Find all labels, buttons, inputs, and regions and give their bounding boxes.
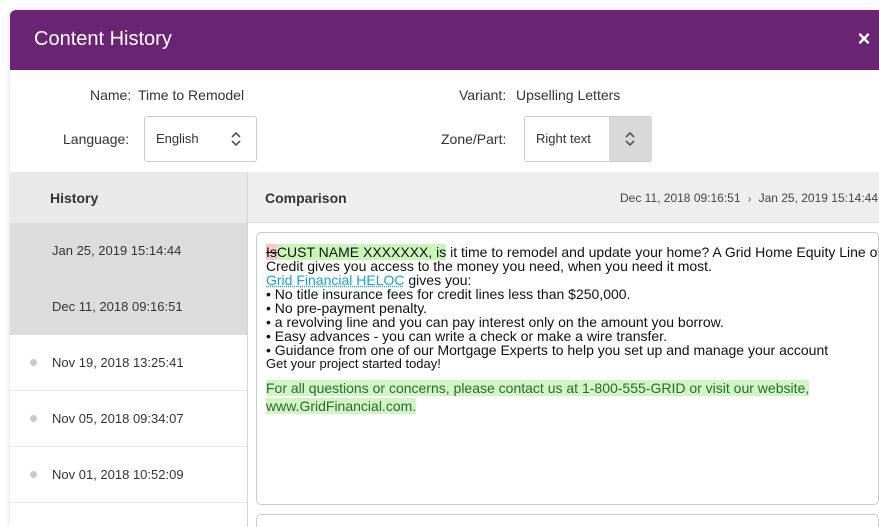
history-item[interactable]: Nov 01, 2018 10:52:09 <box>10 447 247 503</box>
comparison-document: IsCUST NAME XXXXXXX, is it time to remod… <box>266 244 878 415</box>
zone-part-label: Zone/Part: <box>441 131 507 147</box>
name-value: Time to Remodel <box>138 87 245 103</box>
bullet-item: • Guidance from one of our Mortgage Expe… <box>266 342 829 358</box>
comparison-title: Comparison <box>265 190 347 206</box>
history-item-date: Nov 19, 2018 13:25:41 <box>52 355 184 370</box>
history-item-date: Dec 11, 2018 09:16:51 <box>52 299 183 314</box>
history-header: History <box>10 172 247 223</box>
history-item-date: Nov 01, 2018 10:52:09 <box>52 467 184 482</box>
comparison-content-next <box>256 514 879 527</box>
bullet-dot-icon <box>30 471 37 478</box>
chevron-right-icon: › <box>747 194 752 205</box>
bullet-item: • No title insurance fees for credit lin… <box>266 286 631 302</box>
comparison-from-date: Dec 11, 2018 09:16:51 <box>619 191 741 205</box>
bullet-dot-icon <box>30 359 37 366</box>
bullet-dot-icon <box>30 415 37 422</box>
content-meta: Name: Time to Remodel Variant: Upselling… <box>10 70 879 172</box>
name-label: Name: <box>90 87 132 103</box>
variant-value: Upselling Letters <box>516 87 621 103</box>
zone-part-select[interactable]: Right text <box>524 116 652 162</box>
bullet-item: • No pre-payment penalty. <box>266 300 428 316</box>
zone-part-select-toggle[interactable] <box>609 117 652 161</box>
modal-title: Content History <box>34 28 172 50</box>
chevron-updown-icon <box>625 131 635 147</box>
variant-label: Variant: <box>459 87 507 103</box>
close-button[interactable]: × <box>849 24 879 54</box>
comparison-header: Comparison Dec 11, 2018 09:16:51 › Jan 2… <box>248 172 879 223</box>
chevron-updown-icon <box>231 131 241 147</box>
history-item[interactable]: Dec 11, 2018 09:16:51 <box>10 279 247 335</box>
comparison-to-date: Jan 25, 2019 15:14:44 <box>758 191 878 205</box>
bullet-item: • Easy advances - you can write a check … <box>266 328 667 344</box>
history-item-date: Jan 25, 2019 15:14:44 <box>52 243 182 258</box>
bullet-item: • a revolving line and you can pay inter… <box>266 314 724 330</box>
closing-line: Get your project started today! <box>266 356 441 371</box>
history-panel: History Jan 25, 2019 15:14:44 Dec 11, 20… <box>10 172 247 527</box>
history-item[interactable]: Jan 25, 2019 15:14:44 <box>10 223 247 279</box>
language-select[interactable]: English <box>144 116 257 162</box>
history-item-date: Nov 05, 2018 09:34:07 <box>52 411 184 426</box>
footer-phone: 1-800-555-GRID <box>581 380 686 396</box>
language-select-value: English <box>156 131 199 146</box>
comparison-content: IsCUST NAME XXXXXXX, is it time to remod… <box>256 232 879 505</box>
zone-part-select-value: Right text <box>536 131 591 146</box>
paragraph-intro: IsCUST NAME XXXXXXX, is it time to remod… <box>266 244 878 273</box>
footer-prefix: For all questions or concerns, please co… <box>266 380 582 396</box>
history-title: History <box>50 190 99 206</box>
panel-divider <box>247 172 248 527</box>
modal-header: Content History × <box>10 10 879 70</box>
language-label: Language: <box>63 131 130 147</box>
history-item[interactable]: Nov 19, 2018 13:25:41 <box>10 335 247 391</box>
history-item[interactable]: Nov 05, 2018 09:34:07 <box>10 391 247 447</box>
footer-paragraph: For all questions or concerns, please co… <box>266 379 878 415</box>
comparison-date-range: Dec 11, 2018 09:16:51 › Jan 25, 2019 15:… <box>620 191 878 205</box>
paragraph-link: Grid Financial HELOC gives you: <box>266 273 878 287</box>
